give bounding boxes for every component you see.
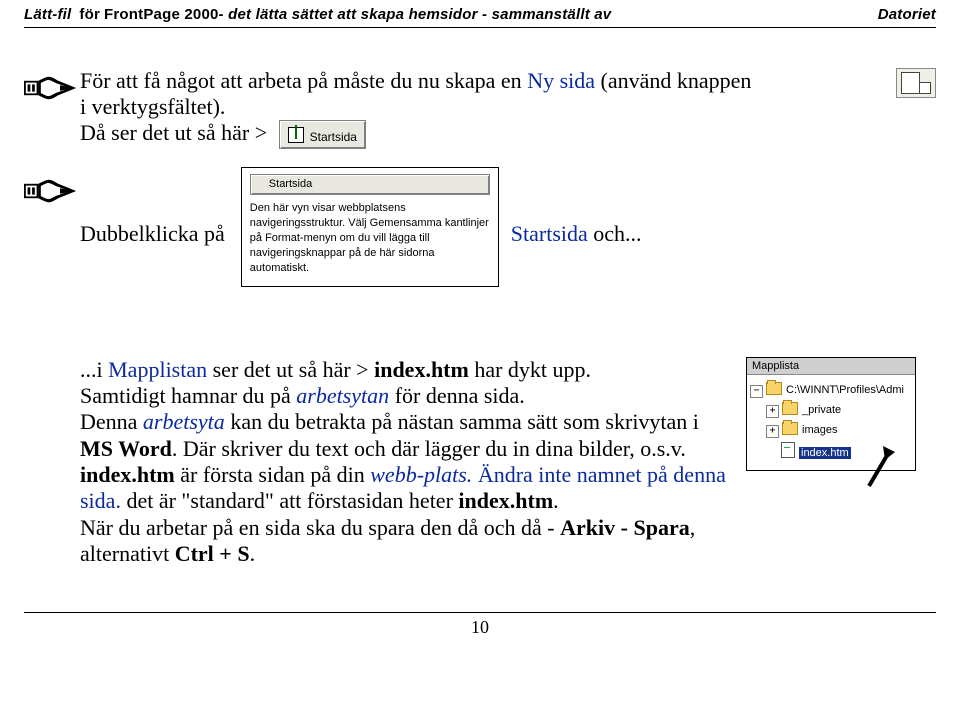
folder-icon bbox=[766, 382, 782, 395]
expand-icon[interactable]: + bbox=[766, 405, 779, 418]
mapplista-header: Mapplista bbox=[747, 358, 915, 375]
lbl-msword: MS Word bbox=[80, 436, 172, 461]
html-file-icon bbox=[781, 442, 795, 458]
frontpage-hint-button[interactable]: Startsida bbox=[250, 174, 490, 195]
folder-icon bbox=[782, 422, 798, 435]
pointer-hand-icon bbox=[24, 171, 80, 209]
page-footer: 10 bbox=[24, 612, 936, 638]
frontpage-hint-box: Startsida Den här vyn visar webbplatsens… bbox=[241, 167, 499, 286]
collapse-icon[interactable]: − bbox=[750, 385, 763, 398]
p1-line-c: Då ser det ut så här > bbox=[80, 120, 267, 145]
lbl-arkiv-spara: Arkiv - Spara bbox=[560, 515, 690, 540]
p2-pre: Dubbelklicka på bbox=[80, 221, 225, 246]
header-product: FrontPage 2000 bbox=[104, 6, 219, 23]
paragraph-1: För att få något att arbeta på måste du … bbox=[24, 68, 936, 149]
lbl-mapplistan: Mapplistan bbox=[108, 357, 207, 382]
lbl-arbetsytan: arbetsytan bbox=[296, 383, 389, 408]
lbl-ctrl-s: Ctrl + S bbox=[175, 541, 250, 566]
p1-line-a-post: (använd knappen bbox=[595, 68, 751, 93]
tree-root[interactable]: −C:\WINNT\Profiles\Admi bbox=[750, 379, 912, 399]
startsida-tile-label: Startsida bbox=[310, 130, 357, 144]
frontpage-hint-text: Den här vyn visar webbplatsens navigerin… bbox=[250, 202, 489, 273]
p2-post-b: och... bbox=[588, 221, 642, 246]
header-brand: Datoriet bbox=[878, 6, 936, 23]
p2-startsida: Startsida bbox=[511, 221, 588, 246]
page-home-icon bbox=[288, 127, 304, 143]
p1-line-a-pre: För att få något att arbeta på måste du … bbox=[80, 68, 527, 93]
document-header: Lätt-fil för FrontPage 2000 - det lätta … bbox=[24, 6, 936, 28]
new-page-toolbar-icon bbox=[896, 68, 936, 98]
paragraph-2: Dubbelklicka på Startsida Den här vyn vi… bbox=[24, 171, 936, 286]
expand-icon[interactable]: + bbox=[766, 425, 779, 438]
lower-section: ...i Mapplistan ser det ut så här > inde… bbox=[24, 357, 936, 568]
lbl-indexhtm: index.htm bbox=[374, 357, 469, 382]
tree-folder-private[interactable]: +_private bbox=[750, 399, 912, 419]
p1-line-b: i verktygsfältet). bbox=[80, 94, 225, 119]
tree-folder-images[interactable]: +images bbox=[750, 419, 912, 439]
pointer-arrow-icon bbox=[863, 444, 897, 488]
mapplista-panel: Mapplista −C:\WINNT\Profiles\Admi +_priv… bbox=[746, 357, 916, 471]
startsida-tile: Startsida bbox=[279, 120, 366, 149]
lower-text: ...i Mapplistan ser det ut så här > inde… bbox=[80, 357, 746, 568]
pointer-hand-icon bbox=[24, 68, 80, 106]
page-number: 10 bbox=[471, 617, 489, 637]
header-lead: Lätt-fil bbox=[24, 6, 71, 23]
header-for: för bbox=[79, 6, 100, 23]
folder-icon bbox=[782, 402, 798, 415]
header-subtitle: - det lätta sättet att skapa hemsidor - … bbox=[219, 6, 612, 23]
p1-ny-sida: Ny sida bbox=[527, 68, 595, 93]
